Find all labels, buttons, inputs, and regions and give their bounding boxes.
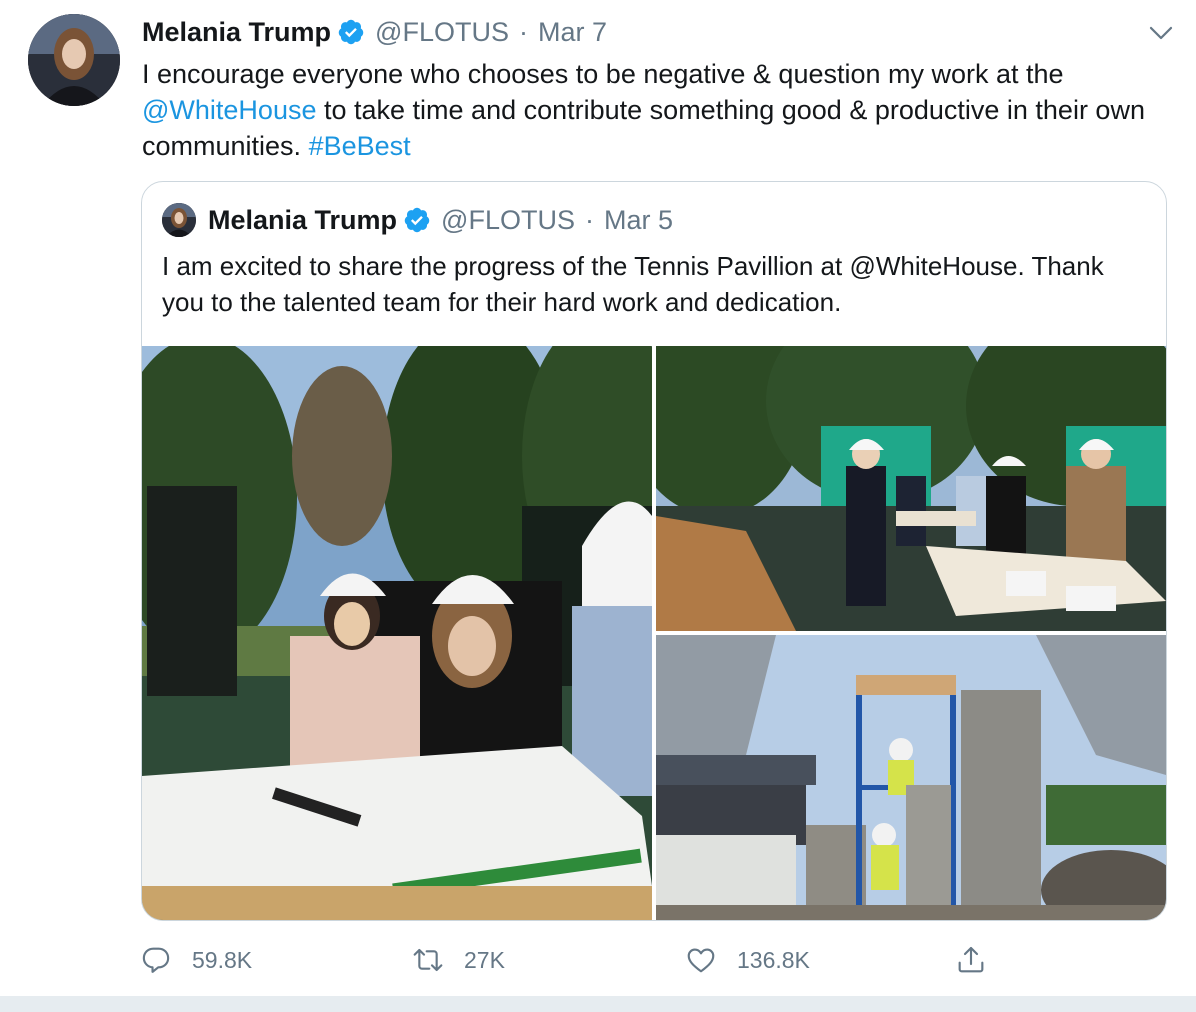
tweet-text-part1: I encourage everyone who chooses to be n… <box>142 59 1064 89</box>
share-button[interactable] <box>955 940 1007 980</box>
avatar[interactable] <box>28 14 120 106</box>
quoted-tweet-text: I am excited to share the progress of th… <box>162 251 1104 317</box>
chevron-down-icon[interactable] <box>1146 18 1176 48</box>
reply-count: 59.8K <box>192 946 253 973</box>
retweet-count: 27K <box>464 946 505 973</box>
tweet-actions: 59.8K 27K 136.8K <box>140 940 1020 980</box>
retweet-button[interactable]: 27K <box>412 940 505 980</box>
verified-badge-icon <box>337 18 365 46</box>
quoted-tweet[interactable]: Melania Trump @FLOTUS · Mar 5 I am excit… <box>141 181 1167 921</box>
photo-3[interactable] <box>656 635 1166 920</box>
author-handle[interactable]: @FLOTUS <box>375 17 509 48</box>
hashtag-link[interactable]: #BeBest <box>309 131 411 161</box>
heart-icon <box>687 948 715 973</box>
quoted-tweet-header: Melania Trump @FLOTUS · Mar 5 <box>162 202 673 238</box>
mention-link[interactable]: @WhiteHouse <box>142 95 316 125</box>
photo-1[interactable] <box>142 346 652 920</box>
photo-2[interactable] <box>656 346 1166 631</box>
verified-badge-icon <box>403 206 431 234</box>
media-grid <box>142 346 1166 920</box>
tweet[interactable]: Melania Trump @FLOTUS · Mar 7 I encourag… <box>0 0 1196 996</box>
tweet-date[interactable]: Mar 7 <box>538 17 607 48</box>
retweet-icon <box>413 948 443 972</box>
quoted-author-handle[interactable]: @FLOTUS <box>441 205 575 236</box>
reply-icon <box>142 947 170 973</box>
separator: · <box>584 204 594 235</box>
tweet-text: I encourage everyone who chooses to be n… <box>142 56 1182 164</box>
share-icon <box>958 946 984 973</box>
like-button[interactable]: 136.8K <box>685 940 810 980</box>
avatar-image <box>28 14 120 106</box>
like-count: 136.8K <box>737 946 810 973</box>
quoted-avatar <box>162 203 196 237</box>
separator: · <box>518 16 528 47</box>
author-name[interactable]: Melania Trump <box>142 17 331 48</box>
timeline-divider <box>0 996 1196 1012</box>
quoted-tweet-date[interactable]: Mar 5 <box>604 205 673 236</box>
quoted-author-name[interactable]: Melania Trump <box>208 205 397 236</box>
reply-button[interactable]: 59.8K <box>140 940 252 980</box>
tweet-header: Melania Trump @FLOTUS · Mar 7 <box>142 14 607 50</box>
